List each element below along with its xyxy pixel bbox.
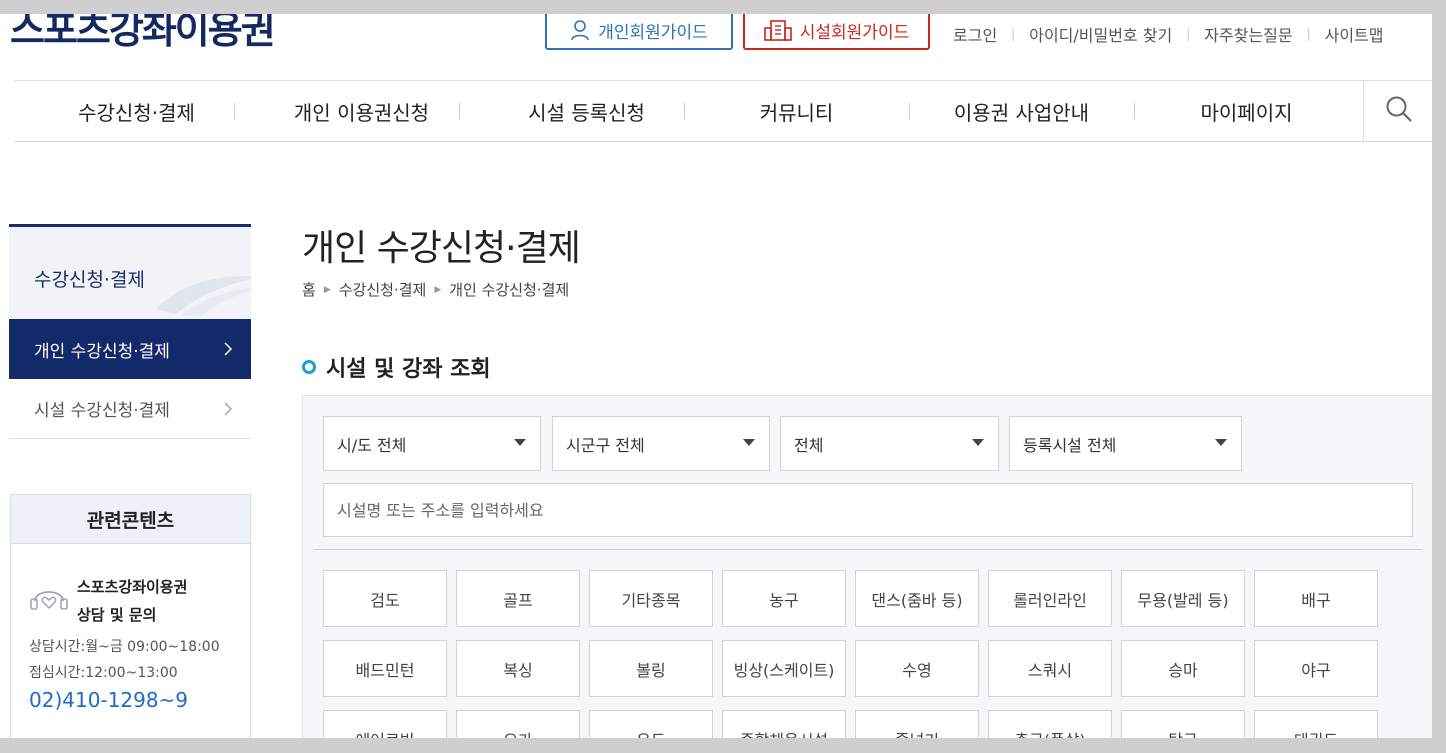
sport-category-button[interactable]: 댄스(줌바 등) <box>855 570 979 627</box>
sidebar-title: 수강신청·결제 <box>34 269 145 291</box>
page-title: 개인 수강신청·결제 <box>302 228 581 269</box>
sidebar-item-personal-course-payment[interactable]: 개인 수강신청·결제 <box>9 319 251 379</box>
sidebar-title-box: 수강신청·결제 <box>9 224 251 319</box>
facility-member-guide-button[interactable]: 시설회원가이드 <box>743 10 930 50</box>
sport-category-button[interactable]: 골프 <box>456 570 580 627</box>
window-frame-bottom <box>0 738 1446 753</box>
sport-category-button[interactable]: 줄넘기 <box>855 710 979 738</box>
facility-search-panel: 시/도 전체 시군구 전체 전체 등록시설 전체 검도골프기타종목농구댄스(줌바… <box>302 395 1432 738</box>
caret-right-icon: ▶ <box>434 284 442 295</box>
sport-category-button[interactable]: 종합체육시설 <box>722 710 846 738</box>
sport-category-button[interactable]: 에어로빅 <box>323 710 447 738</box>
sidebar-item-facility-course-payment[interactable]: 시설 수강신청·결제 <box>9 379 251 439</box>
select-value: 시군구 전체 <box>566 435 645 455</box>
sport-category-button[interactable]: 스쿼시 <box>988 640 1112 697</box>
breadcrumb: 홈 ▶ 수강신청·결제 ▶ 개인 수강신청·결제 <box>302 279 569 300</box>
building-icon <box>763 19 792 41</box>
caret-down-icon <box>514 439 526 446</box>
chevron-right-icon <box>224 401 233 421</box>
sport-category-button[interactable]: 복싱 <box>456 640 580 697</box>
sidebar-item-label: 시설 수강신청·결제 <box>34 401 170 421</box>
consultation-title: 스포츠강좌이용권 상담 및 문의 <box>77 573 187 629</box>
sport-category-button[interactable]: 기타종목 <box>589 570 713 627</box>
headset-heart-icon <box>29 581 69 619</box>
breadcrumb-current[interactable]: 개인 수강신청·결제 <box>449 279 569 300</box>
divider <box>234 103 235 119</box>
main-navigation: 수강신청·결제 개인 이용권신청 시설 등록신청 커뮤니티 이용권 사업안내 마… <box>14 80 1432 142</box>
sport-category-button[interactable]: 배구 <box>1254 570 1378 627</box>
consultation-title-line1: 스포츠강좌이용권 <box>77 578 188 596</box>
sport-category-button[interactable]: 태권도 <box>1254 710 1378 738</box>
search-icon <box>1385 95 1413 127</box>
sport-category-button[interactable]: 승마 <box>1121 640 1245 697</box>
related-content-box: 관련콘텐츠 스포츠강좌이용권 상담 및 문의 상담시간:월~금 09:00~18… <box>10 494 251 738</box>
district-select[interactable]: 시군구 전체 <box>552 416 770 471</box>
category-select[interactable]: 전체 <box>780 416 999 471</box>
divider: | <box>1186 27 1191 41</box>
facility-guide-label: 시설회원가이드 <box>799 22 910 43</box>
sport-category-button[interactable]: 수영 <box>855 640 979 697</box>
personal-guide-label: 개인회원가이드 <box>598 22 708 43</box>
sport-category-button[interactable]: 유도 <box>589 710 713 738</box>
sport-category-button[interactable]: 검도 <box>323 570 447 627</box>
gnb-item-voucher-apply[interactable]: 개인 이용권신청 <box>249 81 474 141</box>
circle-bullet-icon <box>302 360 316 374</box>
lunch-hours: 점심시간:12:00~13:00 <box>29 665 178 681</box>
sport-category-button[interactable]: 볼링 <box>589 640 713 697</box>
sport-category-button[interactable]: 야구 <box>1254 640 1378 697</box>
sport-category-button[interactable]: 요가 <box>456 710 580 738</box>
sport-category-button[interactable]: 축구(풋살) <box>988 710 1112 738</box>
select-value: 전체 <box>794 435 824 455</box>
province-select[interactable]: 시/도 전체 <box>323 416 541 471</box>
sport-category-button[interactable]: 롤러인라인 <box>988 570 1112 627</box>
login-link[interactable]: 로그인 <box>953 22 997 46</box>
divider <box>459 103 460 119</box>
select-value: 시/도 전체 <box>337 435 407 455</box>
related-content-heading: 관련콘텐츠 <box>11 495 250 544</box>
phone-number[interactable]: 02)410-1298~9 <box>29 688 188 712</box>
sidebar-item-label: 개인 수강신청·결제 <box>34 341 170 362</box>
swoosh-decoration-icon <box>151 269 251 319</box>
sitemap-link[interactable]: 사이트맵 <box>1325 22 1384 46</box>
caret-right-icon: ▶ <box>323 284 331 295</box>
registered-facility-select[interactable]: 등록시설 전체 <box>1009 416 1242 471</box>
section-heading: 시설 및 강좌 조회 <box>302 351 491 383</box>
caret-down-icon <box>743 439 755 446</box>
faq-link[interactable]: 자주찾는질문 <box>1204 22 1292 46</box>
gnb-item-course-payment[interactable]: 수강신청·결제 <box>24 81 249 141</box>
person-icon <box>570 19 590 41</box>
chevron-right-icon <box>224 341 233 361</box>
sport-category-button[interactable]: 탁구 <box>1121 710 1245 738</box>
sport-category-button[interactable]: 무용(발레 등) <box>1121 570 1245 627</box>
gnb-item-community[interactable]: 커뮤니티 <box>684 81 909 141</box>
window-frame-right <box>1432 0 1446 753</box>
gnb-item-business-info[interactable]: 이용권 사업안내 <box>909 81 1134 141</box>
caret-down-icon <box>1215 439 1227 446</box>
search-button[interactable] <box>1363 81 1432 141</box>
section-title: 시설 및 강좌 조회 <box>326 357 491 382</box>
caret-down-icon <box>972 439 984 446</box>
divider <box>314 549 1422 550</box>
breadcrumb-item[interactable]: 수강신청·결제 <box>339 279 427 300</box>
gnb-item-mypage[interactable]: 마이페이지 <box>1134 81 1359 141</box>
gnb-item-facility-register[interactable]: 시설 등록신청 <box>474 81 699 141</box>
sport-category-button[interactable]: 빙상(스케이트) <box>722 640 846 697</box>
consultation-hours: 상담시간:월~금 09:00~18:00 <box>29 639 220 655</box>
sport-category-button[interactable]: 농구 <box>722 570 846 627</box>
window-frame-top <box>0 0 1446 14</box>
page: 스포츠강좌이용권 개인회원가이드 시설회원가이드 로그인 | 아이디/비밀번호 … <box>0 0 1432 738</box>
divider: | <box>1011 27 1016 41</box>
find-id-password-link[interactable]: 아이디/비밀번호 찾기 <box>1029 22 1172 46</box>
consultation-title-line2: 상담 및 문의 <box>77 606 157 624</box>
breadcrumb-home[interactable]: 홈 <box>302 279 316 300</box>
divider: | <box>1306 27 1311 41</box>
personal-member-guide-button[interactable]: 개인회원가이드 <box>545 10 733 50</box>
sport-category-button[interactable]: 배드민턴 <box>323 640 447 697</box>
select-value: 등록시설 전체 <box>1023 435 1117 455</box>
utility-links: 로그인 | 아이디/비밀번호 찾기 | 자주찾는질문 | 사이트맵 <box>953 22 1384 46</box>
facility-search-input[interactable] <box>323 483 1413 537</box>
